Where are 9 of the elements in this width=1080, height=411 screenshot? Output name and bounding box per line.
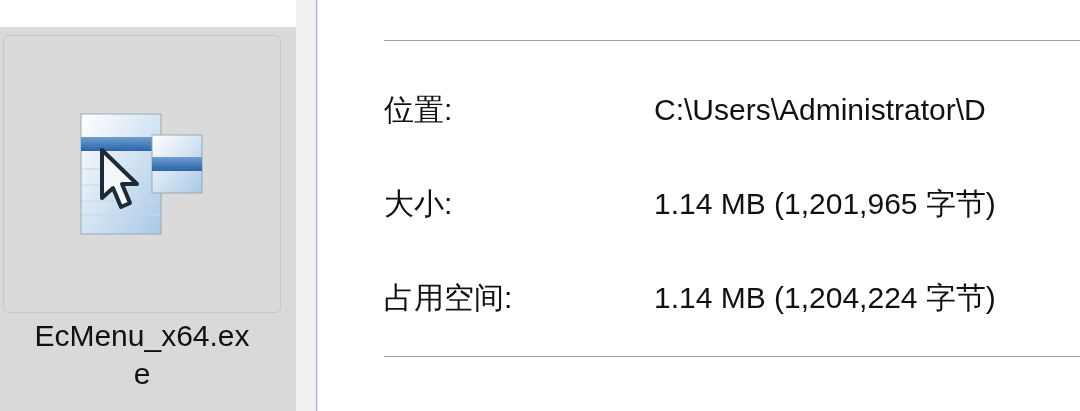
property-value: 1.14 MB (1,201,965 字节): [654, 185, 996, 222]
property-value: C:\Users\Administrator\D: [654, 93, 986, 127]
property-value: 1.14 MB (1,204,224 字节): [654, 279, 996, 316]
app-window-cursor-icon: [80, 113, 204, 235]
property-label: 位置:: [384, 91, 454, 128]
property-label: 占用空间:: [384, 279, 514, 316]
property-label: 大小:: [384, 185, 454, 222]
file-tile[interactable]: [3, 35, 281, 313]
file-name: EcMenu_x64.exe: [33, 318, 251, 392]
